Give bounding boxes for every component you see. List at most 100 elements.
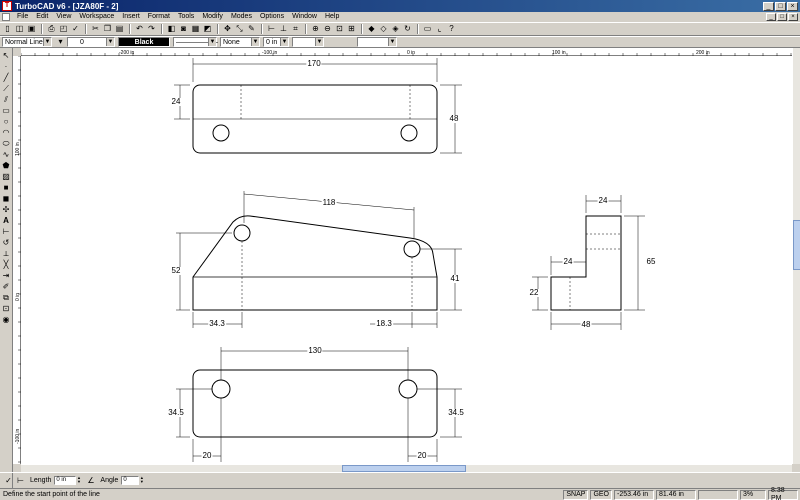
transform-icon[interactable]: ✣ — [1, 204, 12, 215]
fillet-icon[interactable]: ↺ — [1, 237, 12, 248]
solid-icon[interactable]: ◉ — [1, 314, 12, 325]
turbocad-logo-icon[interactable]: T — [2, 1, 12, 11]
ellipse-icon[interactable]: ⬭ — [1, 138, 12, 149]
finish-icon[interactable]: ✓ — [3, 475, 14, 486]
top-view-hole[interactable] — [212, 124, 230, 142]
vertical-ruler[interactable]: 100 in 0 in -100 in — [13, 55, 21, 464]
snap-indicator[interactable]: SNAP — [563, 489, 589, 500]
select-arrow-icon[interactable]: ↖ — [1, 50, 12, 61]
fill-dropdown[interactable]: None ▼ — [220, 37, 260, 47]
menu-modify[interactable]: Modify — [198, 12, 227, 22]
dimension-icon[interactable]: ⊢ — [266, 24, 277, 35]
shaded-view-icon[interactable]: ◆ — [366, 24, 377, 35]
angle-spinner[interactable]: ▲ ▼ — [139, 476, 144, 485]
menu-insert[interactable]: Insert — [118, 12, 144, 22]
copy-icon[interactable]: ❐ — [102, 24, 113, 35]
vertical-scroll-thumb[interactable] — [793, 220, 800, 270]
cut-icon[interactable]: ✂ — [90, 24, 101, 35]
new-file-icon[interactable]: ▯ — [2, 24, 13, 35]
undo-icon[interactable]: ↶ — [134, 24, 145, 35]
front-view-outline[interactable] — [192, 215, 438, 311]
symbol-icon[interactable]: ⧉ — [1, 292, 12, 303]
menu-help[interactable]: Help — [321, 12, 343, 22]
layer-icon[interactable]: ◧ — [166, 24, 177, 35]
pen-style-dropdown[interactable]: —————— ▼ — [173, 37, 218, 47]
pen-icon[interactable]: ✎ — [246, 24, 257, 35]
horizontal-scrollbar[interactable] — [21, 464, 792, 472]
trim-icon[interactable]: ╳ — [1, 259, 12, 270]
menu-view[interactable]: View — [52, 12, 75, 22]
help-icon[interactable]: ? — [446, 24, 457, 35]
line-icon[interactable]: ╱ — [1, 72, 12, 83]
arc-icon[interactable]: ◠ — [1, 127, 12, 138]
polyline-icon[interactable]: ⟋ — [1, 83, 12, 94]
drawing-canvas[interactable]: 170 24 48 118 52 41 34.3 18.3 130 34.5 3… — [21, 56, 792, 464]
front-view-hole[interactable] — [403, 240, 421, 258]
camera-icon[interactable]: ◙ — [178, 24, 189, 35]
print-icon[interactable]: ⎙ — [46, 24, 57, 35]
width-dropdown[interactable]: 0 in ▼ — [263, 37, 289, 47]
zoom-window-icon[interactable]: ⊡ — [334, 24, 345, 35]
extend-icon[interactable]: ⇥ — [1, 270, 12, 281]
doc-minimize-button[interactable]: _ — [766, 13, 776, 21]
close-button[interactable]: × — [787, 1, 798, 11]
select-icon[interactable]: ⤡ — [234, 24, 245, 35]
color-icon[interactable]: ◼ — [1, 193, 12, 204]
menu-tools[interactable]: Tools — [174, 12, 198, 22]
line-style-dropdown[interactable]: Normal Lines ▼ — [2, 37, 52, 47]
fill-icon[interactable]: ■ — [1, 182, 12, 193]
bottom-view-outline[interactable] — [192, 369, 438, 438]
dimension-tool-icon[interactable]: ⊢ — [1, 226, 12, 237]
properties-icon[interactable]: ▭ — [422, 24, 433, 35]
doc-close-button[interactable]: × — [788, 13, 798, 21]
text-icon[interactable]: A — [1, 215, 12, 226]
circle-icon[interactable]: ○ — [1, 116, 12, 127]
top-view-hole[interactable] — [400, 124, 418, 142]
zoom-in-icon[interactable]: ⊕ — [310, 24, 321, 35]
maximize-button[interactable]: □ — [775, 1, 786, 11]
front-view-hole[interactable] — [233, 224, 251, 242]
wireframe-view-icon[interactable]: ◇ — [378, 24, 389, 35]
menu-edit[interactable]: Edit — [32, 12, 52, 22]
menu-file[interactable]: File — [13, 12, 32, 22]
spell-check-icon[interactable]: ✓ — [70, 24, 81, 35]
bottom-view-hole[interactable] — [211, 379, 231, 399]
open-folder-icon[interactable]: ◫ — [14, 24, 25, 35]
print-preview-icon[interactable]: ◰ — [58, 24, 69, 35]
grid-icon[interactable]: ▦ — [190, 24, 201, 35]
zoom-out-icon[interactable]: ⊖ — [322, 24, 333, 35]
menu-format[interactable]: Format — [144, 12, 174, 22]
zoom-extents-icon[interactable]: ⊞ — [346, 24, 357, 35]
modify-icon[interactable]: ⟂ — [1, 248, 12, 259]
menu-workspace[interactable]: Workspace — [75, 12, 118, 22]
point-icon[interactable]: · — [1, 61, 12, 72]
paste-icon[interactable]: ▤ — [114, 24, 125, 35]
paint-icon[interactable]: ✐ — [1, 281, 12, 292]
layer-dropdown[interactable]: 0 ▼ — [67, 37, 115, 47]
pen-color-dropdown[interactable]: Black — [118, 37, 170, 47]
menu-modes[interactable]: Modes — [227, 12, 256, 22]
length-spinner[interactable]: ▲ ▼ — [76, 476, 81, 485]
doc-restore-button[interactable]: □ — [777, 13, 787, 21]
hatch-icon[interactable]: ▨ — [1, 171, 12, 182]
hidden-line-icon[interactable]: ◈ — [390, 24, 401, 35]
insert-icon[interactable]: ⊡ — [1, 303, 12, 314]
geo-indicator[interactable]: GEO — [590, 489, 612, 500]
rotate-view-icon[interactable]: ↻ — [402, 24, 413, 35]
layer-props-icon[interactable]: ▾ — [55, 37, 66, 48]
side-view-outline[interactable] — [550, 215, 622, 311]
double-line-icon[interactable]: ⫽ — [1, 94, 12, 105]
save-icon[interactable]: ▣ — [26, 24, 37, 35]
horizontal-scroll-thumb[interactable] — [342, 465, 466, 472]
measure-icon[interactable]: ⌗ — [290, 24, 301, 35]
length-input[interactable]: 0 in — [54, 476, 77, 485]
render-icon[interactable]: ◩ — [202, 24, 213, 35]
snap-icon[interactable]: ⊥ — [278, 24, 289, 35]
angle-input[interactable]: 0 — [121, 476, 140, 485]
bottom-view-hole[interactable] — [398, 379, 418, 399]
menu-options[interactable]: Options — [256, 12, 288, 22]
horizontal-ruler[interactable]: -200 in -100 in 0 in 100 in 200 in — [20, 48, 792, 56]
move-icon[interactable]: ✥ — [222, 24, 233, 35]
polygon-icon[interactable]: ⬟ — [1, 160, 12, 171]
menu-window[interactable]: Window — [288, 12, 321, 22]
